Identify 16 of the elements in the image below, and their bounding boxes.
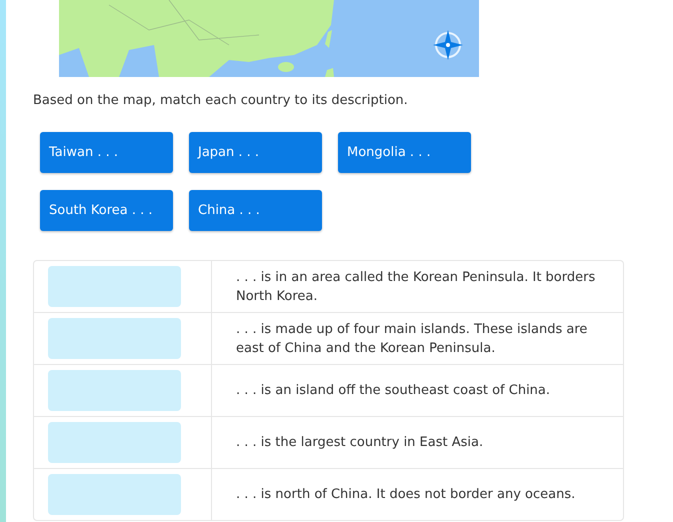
description-text: . . . is north of China. It does not border any oceans. [235,486,576,504]
drop-target[interactable] [48,318,181,359]
description-text: . . . is made up of four main islands. These islands are east of China and the Korean Peninsula. [235,320,588,358]
description-text: . . . is the largest country in East Asia. [235,434,484,452]
country-choice[interactable]: China . . . [189,190,322,231]
instruction-text: Based on the map, match each country to its description. [33,93,409,109]
country-choice[interactable]: South Korea . . . [40,190,173,231]
drop-target[interactable] [48,474,181,515]
description-text: . . . is an island off the southeast coast of China. [235,382,552,400]
drop-target[interactable] [48,370,181,411]
drop-target[interactable] [48,266,181,307]
country-choice[interactable]: Taiwan . . . [40,132,173,173]
drop-target[interactable] [48,422,181,463]
description-text: . . . is in an area called the Korean Peninsula. It borders North Korea. [235,268,596,306]
country-choice[interactable]: Japan . . . [189,132,322,173]
country-choice[interactable]: Mongolia . . . [338,132,471,173]
